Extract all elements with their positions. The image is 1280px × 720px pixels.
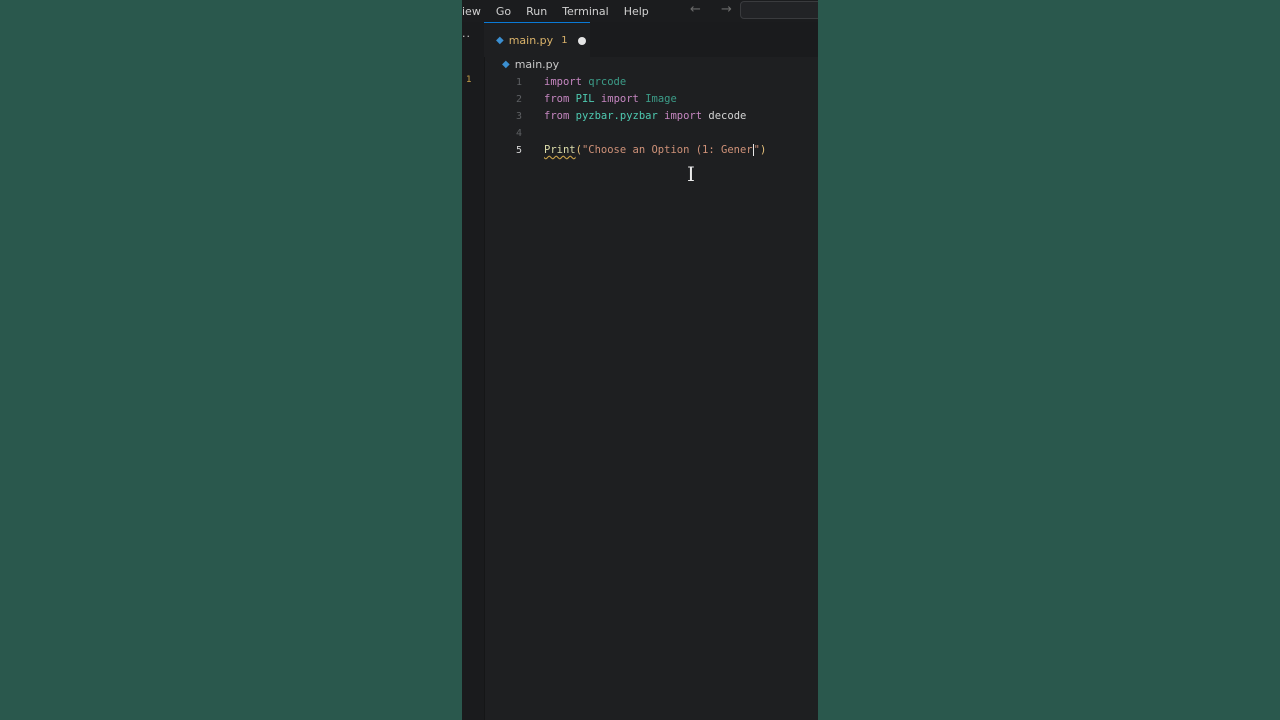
text-cursor-ibeam-icon: I [687,162,695,186]
code-text: from PIL import Image [544,91,677,108]
code-line[interactable]: 4 [484,125,818,142]
python-file-icon: ◆ [496,35,504,46]
problems-badge: 1 [466,75,472,85]
breadcrumb-file[interactable]: main.py [515,58,559,71]
code-token: import [600,93,639,105]
code-text: from pyzbar.pyzbar import decode [544,108,746,125]
line-number: 4 [515,128,522,139]
code-line[interactable]: 1 import qrcode [484,74,818,91]
line-number: 2 [515,94,522,105]
tab-label: main.py [508,34,554,47]
menu-help[interactable]: Help [624,5,649,18]
activity-bar: 1 [462,57,485,720]
code-token: Print [544,144,576,156]
line-number: 3 [515,111,522,122]
menu-go[interactable]: Go [496,5,511,18]
line-number: 1 [515,77,522,88]
code-line[interactable]: 2 from PIL import Image [484,91,818,108]
tab-bar: ·· ◆ main.py 1 [462,22,818,58]
code-token: import [544,76,582,88]
code-token: from [544,93,570,105]
code-token: import [664,110,703,122]
code-token: ) [759,144,767,156]
code-editor[interactable]: 1 import qrcode 2 from PIL import Image 3 fro… [484,74,818,159]
back-forward-arrows-icon[interactable]: ← → [690,2,740,17]
command-center-search[interactable] [740,1,818,19]
code-text: Print("Choose an Option (1: Gener") [544,142,766,159]
code-token: qrcode [588,76,627,88]
code-text: import qrcode [544,74,626,91]
code-token: PIL [575,93,595,105]
tab-main-py[interactable]: ◆ main.py 1 [484,22,590,58]
code-token: from [544,110,570,122]
code-token: "Choose an Option (1: Gener [581,144,753,156]
unsaved-changes-icon[interactable] [577,36,586,45]
code-line[interactable]: 3 from pyzbar.pyzbar import decode [484,108,818,125]
vscode-window: iew Go Run Terminal Help ← → ·· ◆ main.p… [462,0,818,720]
code-line[interactable]: 5 Print("Choose an Option (1: Gener") [484,142,818,159]
menu-run[interactable]: Run [526,5,547,18]
menu-bar: iew Go Run Terminal Help ← → [462,0,818,22]
menu-view[interactable]: iew [462,5,481,18]
breadcrumb[interactable]: ◆ main.py [502,58,559,71]
code-token: pyzbar.pyzbar [575,110,658,122]
menu-terminal[interactable]: Terminal [562,5,609,18]
code-token: decode [708,110,747,122]
code-token: Image [645,93,677,105]
line-number: 5 [515,145,522,156]
problems-count-badge: 1 [561,35,568,46]
python-file-icon: ◆ [502,59,510,70]
more-actions-icon[interactable]: ·· [462,30,471,43]
